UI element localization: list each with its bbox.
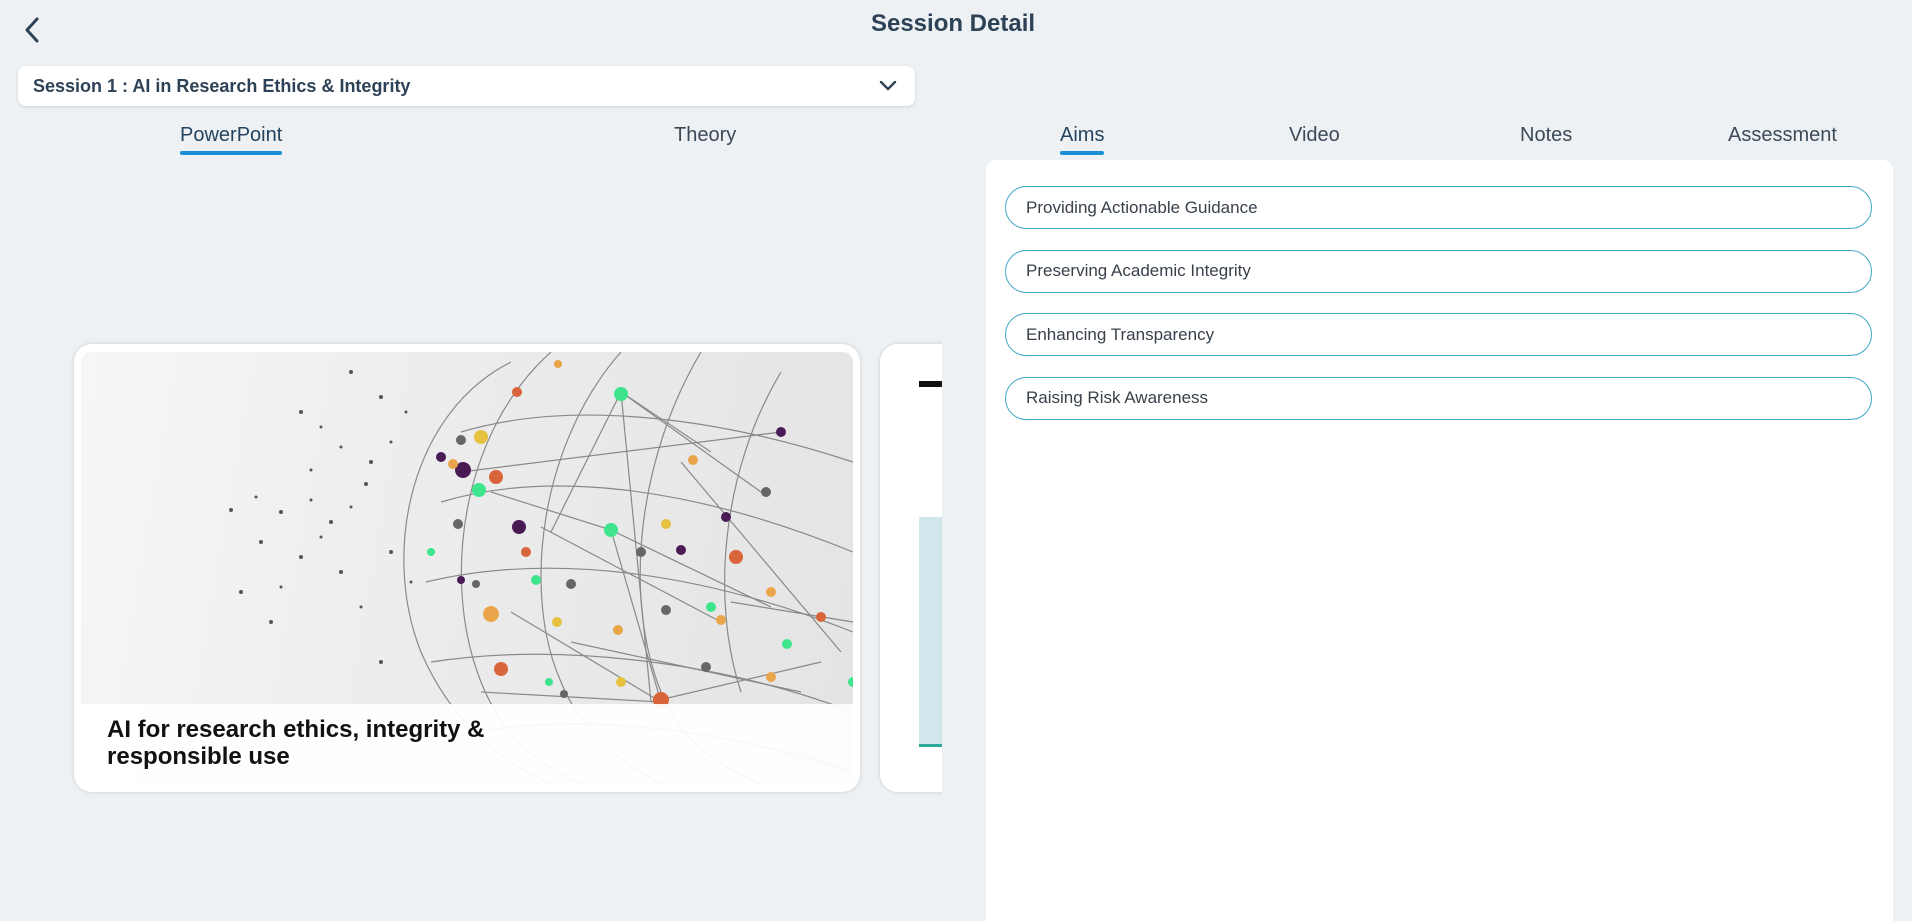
tab-theory[interactable]: Theory (674, 120, 736, 150)
slide-card-next[interactable] (880, 344, 942, 792)
tab-video[interactable]: Video (1289, 120, 1340, 150)
slide-title: AI for research ethics, integrity & resp… (107, 716, 485, 770)
session-dropdown-value: Session 1 : AI in Research Ethics & Inte… (33, 75, 411, 96)
slide-image: AI for research ethics, integrity & resp… (81, 352, 853, 784)
aim-item[interactable]: Enhancing Transparency (1005, 313, 1872, 356)
aim-item[interactable]: Preserving Academic Integrity (1005, 249, 1872, 293)
tab-powerpoint[interactable]: PowerPoint (180, 120, 283, 155)
aim-item[interactable]: Raising Risk Awareness (1005, 376, 1872, 420)
slide-content-panel (919, 517, 942, 747)
slide-card[interactable]: AI for research ethics, integrity & resp… (74, 344, 860, 792)
slides-carousel[interactable]: AI for research ethics, integrity & resp… (0, 170, 942, 921)
chevron-down-icon (879, 80, 897, 91)
tab-aims[interactable]: Aims (1060, 120, 1105, 155)
slide-caption: AI for research ethics, integrity & resp… (81, 704, 853, 784)
aims-panel: Providing Actionable Guidance Preserving… (986, 160, 1893, 921)
tab-assessment[interactable]: Assessment (1728, 120, 1837, 150)
page-title: Session Detail (870, 10, 1036, 37)
aim-item[interactable]: Providing Actionable Guidance (1005, 186, 1872, 229)
session-dropdown[interactable]: Session 1 : AI in Research Ethics & Inte… (18, 66, 915, 106)
tab-notes[interactable]: Notes (1520, 120, 1572, 150)
slide-decoration (919, 381, 942, 387)
